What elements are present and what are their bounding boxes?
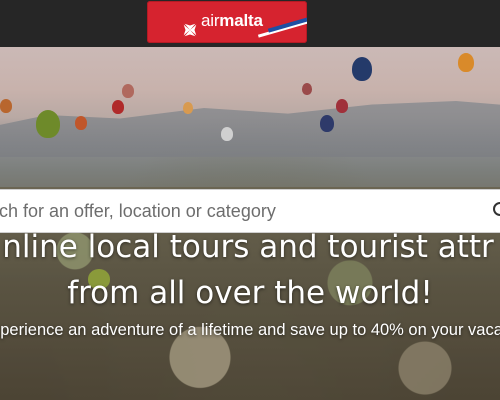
balloon-image bbox=[302, 83, 312, 95]
balloon-image bbox=[122, 84, 134, 98]
hero-subline: xperience an adventure of a lifetime and… bbox=[0, 321, 500, 339]
balloon-image bbox=[36, 110, 60, 138]
balloon-image bbox=[458, 53, 474, 72]
top-header: airmalta bbox=[0, 0, 500, 47]
balloon-image bbox=[336, 99, 348, 113]
search-placeholder: ch for an offer, location or category bbox=[0, 201, 276, 221]
balloon-image bbox=[112, 100, 124, 114]
maltese-cross-icon bbox=[183, 23, 197, 37]
balloon-image bbox=[75, 116, 87, 130]
hero-banner: ch for an offer, location or category nl… bbox=[0, 47, 500, 400]
balloon-image bbox=[221, 127, 233, 141]
headline-line-1: nline local tours and tourist attr bbox=[2, 229, 494, 265]
search-icon[interactable] bbox=[493, 202, 500, 216]
hero-headline: nline local tours and tourist attr from … bbox=[0, 224, 500, 316]
logo-wordmark: airmalta bbox=[201, 11, 263, 30]
balloon-image bbox=[183, 102, 193, 114]
airmalta-logo[interactable]: airmalta bbox=[147, 1, 307, 43]
balloon-image bbox=[320, 115, 334, 132]
balloon-image bbox=[0, 99, 12, 113]
headline-line-2: from all over the world! bbox=[67, 275, 433, 311]
balloon-image bbox=[352, 57, 372, 81]
